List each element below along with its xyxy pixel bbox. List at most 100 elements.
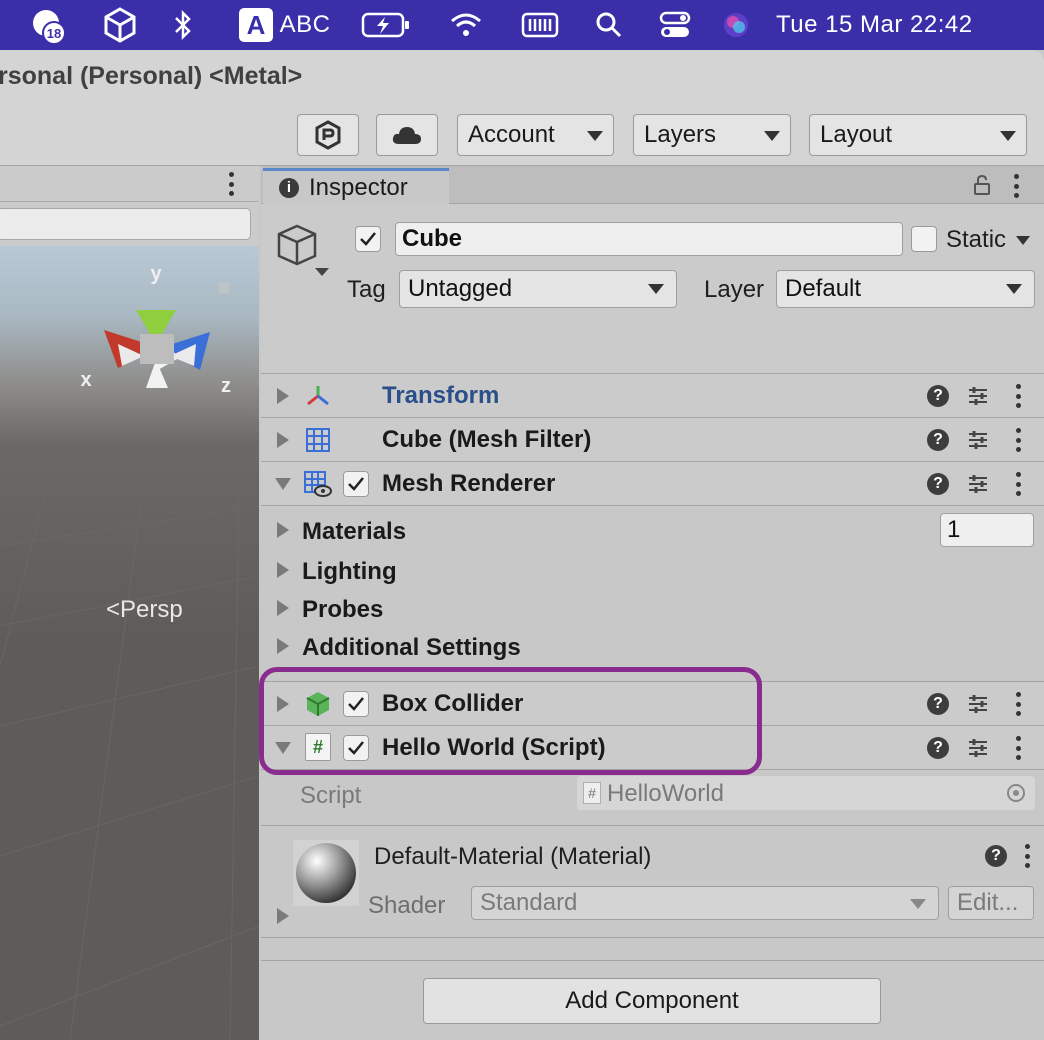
help-icon[interactable]: ? — [927, 429, 949, 451]
probes-expand-icon[interactable] — [277, 600, 289, 616]
inspector-menu-icon[interactable] — [1013, 174, 1019, 198]
transform-title: Transform — [382, 382, 500, 409]
component-transform[interactable]: Transform ? — [261, 374, 1044, 418]
additional-settings-label[interactable]: Additional Settings — [302, 634, 521, 662]
chevron-down-icon — [764, 131, 780, 141]
inspector-tab-label: Inspector — [309, 174, 408, 201]
chevron-down-icon — [587, 131, 603, 141]
material-expand-icon[interactable] — [277, 908, 289, 924]
menu-bar: 18 A ABC Tue 15 Mar 22:42 — [0, 0, 1044, 50]
calendar-badge-icon[interactable]: 18 — [28, 0, 72, 50]
chevron-down-icon — [1000, 131, 1016, 141]
material-menu-icon[interactable] — [1024, 844, 1030, 868]
layers-label: Layers — [644, 121, 717, 148]
wifi-icon[interactable] — [446, 0, 486, 50]
help-icon[interactable]: ? — [927, 473, 949, 495]
plastic-scm-button[interactable] — [297, 114, 359, 156]
mesh-renderer-properties: Materials 1 Lighting Probes Additional S… — [261, 506, 1044, 682]
static-dropdown-icon[interactable] — [1016, 236, 1030, 245]
cloud-button[interactable] — [376, 114, 438, 156]
additional-settings-expand-icon[interactable] — [277, 638, 289, 654]
component-menu-icon[interactable] — [1015, 384, 1021, 408]
input-source-label[interactable]: ABC — [280, 0, 330, 50]
layer-value: Default — [785, 275, 862, 302]
siri-icon[interactable] — [720, 0, 752, 50]
presets-icon[interactable] — [967, 693, 989, 715]
expand-arrow-icon[interactable] — [277, 432, 289, 448]
shader-label: Shader — [368, 892, 446, 919]
presets-icon[interactable] — [967, 737, 989, 759]
shader-edit-button[interactable]: Edit... — [948, 886, 1034, 920]
script-field-value: HelloWorld — [607, 780, 724, 807]
collapse-arrow-icon[interactable] — [275, 478, 291, 490]
projection-label: Persp — [120, 596, 183, 623]
account-dropdown[interactable]: Account — [457, 114, 614, 156]
checkmark-icon — [360, 232, 376, 246]
lighting-expand-icon[interactable] — [277, 562, 289, 578]
gameobject-header: Cube Static Tag Untagged Layer Default — [261, 204, 1044, 374]
title-bar: rsonal (Personal) <Metal> — [0, 50, 1044, 106]
help-icon[interactable]: ? — [927, 737, 949, 759]
layout-dropdown[interactable]: Layout — [809, 114, 1027, 156]
window-title: rsonal (Personal) <Metal> — [0, 62, 303, 90]
menu-clock[interactable]: Tue 15 Mar 22:42 — [776, 0, 1016, 50]
presets-icon[interactable] — [967, 429, 989, 451]
control-center-icon[interactable] — [656, 0, 694, 50]
shader-value: Standard — [480, 889, 578, 916]
object-name-input[interactable]: Cube — [395, 222, 903, 256]
component-mesh-renderer[interactable]: Mesh Renderer ? — [261, 462, 1044, 506]
layers-dropdown[interactable]: Layers — [633, 114, 791, 156]
svg-text:z: z — [221, 375, 231, 397]
transform-icon — [307, 386, 329, 406]
chevron-down-icon — [1006, 284, 1022, 294]
active-checkbox[interactable] — [355, 226, 381, 252]
presets-icon[interactable] — [967, 473, 989, 495]
probes-label[interactable]: Probes — [302, 596, 383, 624]
battery-icon[interactable] — [360, 0, 412, 50]
material-preview-sphere[interactable] — [293, 840, 359, 906]
object-picker-icon[interactable] — [1005, 782, 1027, 804]
editor-toolbar: Account Layers Layout — [0, 106, 1044, 166]
component-mesh-filter[interactable]: Cube (Mesh Filter) ? — [261, 418, 1044, 462]
shader-dropdown[interactable]: Standard — [471, 886, 939, 920]
scene-search-input[interactable] — [0, 208, 251, 240]
input-source-icon[interactable]: A — [238, 0, 274, 50]
static-label[interactable]: Static — [946, 226, 1006, 254]
unity-logo-icon[interactable] — [100, 0, 140, 50]
presets-icon[interactable] — [967, 385, 989, 407]
script-file-icon: # — [583, 782, 601, 804]
component-menu-icon[interactable] — [1015, 472, 1021, 496]
materials-label[interactable]: Materials — [302, 518, 406, 546]
unity-editor-window: rsonal (Personal) <Metal> Account Layers… — [0, 50, 1044, 1040]
add-component-button[interactable]: Add Component — [423, 978, 881, 1024]
scene-viewport[interactable]: y x z <Persp — [0, 246, 259, 1040]
orientation-gizmo-icon[interactable]: y x z — [60, 248, 259, 418]
materials-expand-icon[interactable] — [277, 522, 289, 538]
lock-icon[interactable] — [973, 174, 991, 196]
component-menu-icon[interactable] — [1015, 692, 1021, 716]
svg-text:y: y — [150, 263, 162, 285]
expand-arrow-icon[interactable] — [277, 388, 289, 404]
projection-toggle[interactable]: <Persp — [106, 596, 183, 624]
layout-label: Layout — [820, 121, 893, 148]
help-icon[interactable]: ? — [985, 845, 1007, 867]
component-menu-icon[interactable] — [1015, 736, 1021, 760]
account-label: Account — [468, 121, 555, 148]
materials-count-input[interactable]: 1 — [940, 513, 1034, 547]
scene-panel: y x z <Persp — [0, 166, 259, 1040]
bluetooth-icon[interactable] — [168, 0, 198, 50]
keyboard-icon[interactable] — [520, 0, 560, 50]
tab-inspector[interactable]: i Inspector — [263, 168, 449, 205]
help-icon[interactable]: ? — [927, 385, 949, 407]
layer-dropdown[interactable]: Default — [776, 270, 1035, 308]
mesh-renderer-enabled-checkbox[interactable] — [343, 471, 369, 497]
scene-panel-menu-icon[interactable] — [228, 172, 234, 196]
static-checkbox[interactable] — [911, 226, 937, 252]
component-menu-icon[interactable] — [1015, 428, 1021, 452]
tag-dropdown[interactable]: Untagged — [399, 270, 677, 308]
scene-toolbar — [0, 202, 259, 246]
spotlight-search-icon[interactable] — [592, 0, 626, 50]
lighting-label[interactable]: Lighting — [302, 558, 397, 586]
script-object-field: # HelloWorld — [577, 776, 1035, 810]
help-icon[interactable]: ? — [927, 693, 949, 715]
